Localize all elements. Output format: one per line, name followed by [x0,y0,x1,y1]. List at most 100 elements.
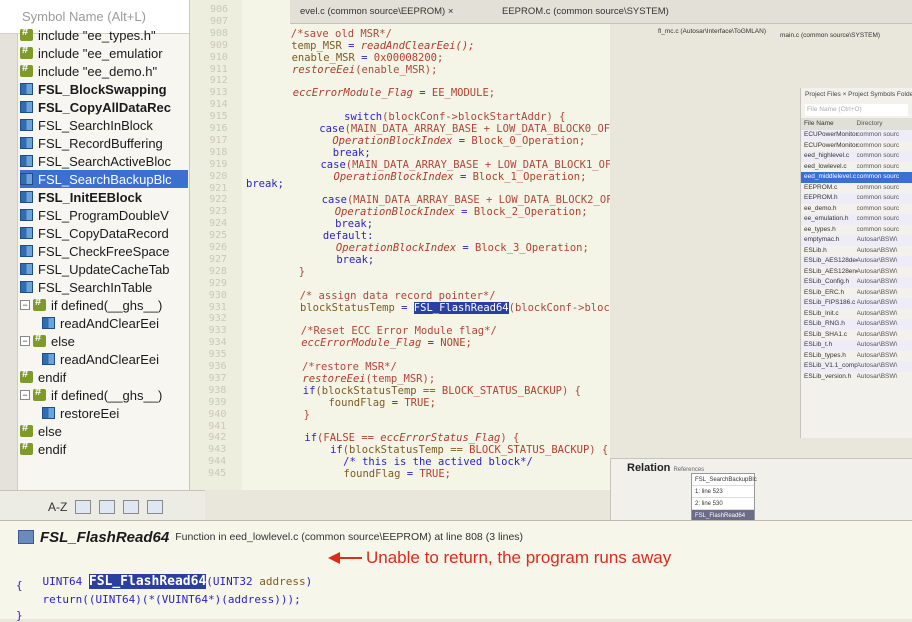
code-line[interactable]: enable_MSR = 0x00008200; [292,52,444,64]
symbol-item[interactable]: restoreEei [20,404,188,422]
code-line[interactable]: /* this is the actived block*/ [305,456,533,468]
code-line[interactable]: /*Reset ECC Error Module flag*/ [301,325,497,337]
col-directory[interactable]: Directory [857,118,912,130]
code-line[interactable]: temp_MSR = readAndClearEei(); [291,40,474,52]
symbol-item[interactable]: FSL_CheckFreeSpace [20,242,188,260]
symbol-item[interactable]: − else [20,332,188,350]
code-line[interactable]: foundFlag = TRUE; [303,397,435,409]
symbol-item[interactable]: FSL_UpdateCacheTab [20,260,188,278]
code-line[interactable]: } [304,409,310,421]
file-row[interactable]: EEPROM.c common sourc [801,183,912,194]
list-view-icon[interactable] [75,499,92,514]
code-editor[interactable]: 906blockConf = eepromConfig->flashBlocks… [190,0,610,490]
code-line[interactable]: OperationBlockIndex = Block_1_Operation; [296,171,587,183]
code-line[interactable]: case(MAIN_DATA_ARRAY_BASE + LOW_DATA_BLO… [295,159,610,171]
file-row[interactable]: ESLib_V1.1_compat.hAutosar\BSW\ [801,361,912,372]
file-row[interactable]: ESLib_RNG.h Autosar\BSW\ [801,319,912,330]
symbol-item[interactable]: readAndClearEei [20,314,188,332]
symbol-item[interactable]: FSL_ProgramDoubleV [20,206,188,224]
symbol-item[interactable]: include "ee_emulatior [20,44,188,62]
settings-icon[interactable] [147,499,164,514]
code-line[interactable]: } [299,266,305,278]
category-view-icon[interactable] [99,499,116,514]
project-panel-tabs[interactable]: Project Files × Project Symbols Folders [801,88,912,102]
file-search-input[interactable]: File Name (Ctrl+O) [805,104,908,116]
file-row[interactable]: ESLib_AES128dec.cAutosar\BSW\ [801,256,912,267]
code-line[interactable]: restoreEei(enable_MSR); [292,64,437,76]
symbol-item[interactable]: − if defined(__ghs__) [20,296,188,314]
file-row[interactable]: ee_types.h common sourc [801,225,912,236]
symbol-item[interactable]: endif [20,368,188,386]
file-row[interactable]: eed_middlelevel.c common sourc [801,172,912,183]
symbol-item[interactable]: FSL_BlockSwapping [20,80,188,98]
file-row[interactable]: eed_highlevel.c common sourc [801,151,912,162]
file-row[interactable]: EEPROM.h common sourc [801,193,912,204]
symbol-item[interactable]: FSL_SearchBackupBlc [20,170,188,188]
tab-fl-mc[interactable]: fl_mc.c (Autosar\Interface\ToGMLAN) [658,28,766,35]
code-line[interactable]: switch(blockConf->blockStartAddr) { [294,111,565,123]
book-icon[interactable] [123,499,140,514]
symbol-item[interactable]: − if defined(__ghs__) [20,386,188,404]
file-row[interactable]: emptymac.h Autosar\BSW\ [801,235,912,246]
file-row[interactable]: eed_lowlevel.c common sourc [801,162,912,173]
code-line[interactable]: OperationBlockIndex = Block_2_Operation; [297,206,588,218]
symbol-item[interactable]: FSL_SearchInBlock [20,116,188,134]
code-line[interactable]: OperationBlockIndex = Block_0_Operation; [294,135,585,147]
file-row[interactable]: ESLib_Config.h Autosar\BSW\ [801,277,912,288]
relation-node[interactable]: 2: line 530 [692,498,754,510]
code-line[interactable]: OperationBlockIndex = Block_3_Operation; [298,242,589,254]
symbol-item[interactable]: FSL_InitEEBlock [20,188,188,206]
file-row[interactable]: ee_emulation.h common sourc [801,214,912,225]
file-row[interactable]: ESLib_types.h Autosar\BSW\ [801,351,912,362]
code-line[interactable]: if(blockStatusTemp == BLOCK_STATUS_BACKU… [305,444,608,456]
file-row[interactable]: ESLib_t.h Autosar\BSW\ [801,340,912,351]
relation-node[interactable]: FSL_SearchBackupBlc [692,474,757,486]
symbol-item[interactable]: FSL_SearchActiveBloc [20,152,188,170]
file-row[interactable]: ESLib_version.h Autosar\BSW\ [801,372,912,383]
symbol-item[interactable]: FSL_SearchInTable [20,278,188,296]
code-line[interactable]: break; [297,218,373,230]
file-row[interactable]: ee_demo.h common sourc [801,204,912,215]
code-line[interactable]: if(blockStatusTemp == BLOCK_STATUS_BACKU… [303,385,581,397]
collapse-toggle-icon[interactable]: − [20,336,30,346]
symbol-item[interactable]: readAndClearEei [20,350,188,368]
code-line[interactable]: break; [295,147,371,159]
code-line[interactable]: eccErrorModule_Flag = NONE; [301,337,472,349]
symbol-item[interactable]: include "ee_demo.h" [20,62,188,80]
tab-eeprom[interactable]: EEPROM.c (common source\SYSTEM) [502,6,669,17]
code-line[interactable]: foundFlag = TRUE; [306,468,451,480]
col-file-name[interactable]: File Name [801,118,857,130]
file-row[interactable]: ESLib_Init.c Autosar\BSW\ [801,309,912,320]
code-line[interactable]: case(MAIN_DATA_ARRAY_BASE + LOW_DATA_BLO… [294,123,610,135]
code-line[interactable]: /*save old MSR*/ [291,28,392,40]
file-row[interactable]: ECUPowerMonitor.hcommon sourc [801,141,912,152]
code-line[interactable]: blockStatusTemp = FSL_FlashRead64(blockC… [300,301,610,314]
code-line[interactable]: break; [298,254,374,266]
file-row[interactable]: ESLib_FIPS186.c Autosar\BSW\ [801,298,912,309]
code-line[interactable]: /*restore MSR*/ [302,361,397,373]
tab-main[interactable]: main.c (common source\SYSTEM) [780,32,880,39]
file-row[interactable]: ESLib_AES128enc.cAutosar\BSW\ [801,267,912,278]
file-row[interactable]: ESLib_ERC.h Autosar\BSW\ [801,288,912,299]
symbol-item[interactable]: FSL_RecordBuffering [20,134,188,152]
code-line[interactable]: /* assign data record pointer*/ [300,290,496,302]
tab-eed-lowlevel[interactable]: evel.c (common source\EEPROM) × [300,6,453,17]
symbol-scrollbar[interactable] [0,34,18,520]
file-row[interactable]: ESLib.h Autosar\BSW\ [801,246,912,257]
file-row[interactable]: ECUPowerMonitor.ccommon sourc [801,130,912,141]
code-line[interactable]: if(FALSE == eccErrorStatus_Flag) { [304,432,519,444]
symbol-item[interactable]: include "ee_types.h" [20,26,188,44]
symbol-item[interactable]: else [20,422,188,440]
code-line[interactable]: default: [298,230,374,242]
sort-az-button[interactable]: A-Z [48,500,67,514]
symbol-item[interactable]: FSL_CopyAllDataRec [20,98,188,116]
code-line[interactable]: restoreEei(temp_MSR); [302,373,435,385]
collapse-toggle-icon[interactable]: − [20,300,30,310]
code-line[interactable]: case(MAIN_DATA_ARRAY_BASE + LOW_DATA_BLO… [296,194,610,206]
collapse-toggle-icon[interactable]: − [20,390,30,400]
relation-node[interactable]: 1: line 523 [692,486,754,498]
symbol-item[interactable]: FSL_CopyDataRecord [20,224,188,242]
file-row[interactable]: ESLib_SHA1.c Autosar\BSW\ [801,330,912,341]
code-line[interactable]: eccErrorModule_Flag = EE_MODULE; [293,87,495,99]
symbol-item[interactable]: endif [20,440,188,458]
